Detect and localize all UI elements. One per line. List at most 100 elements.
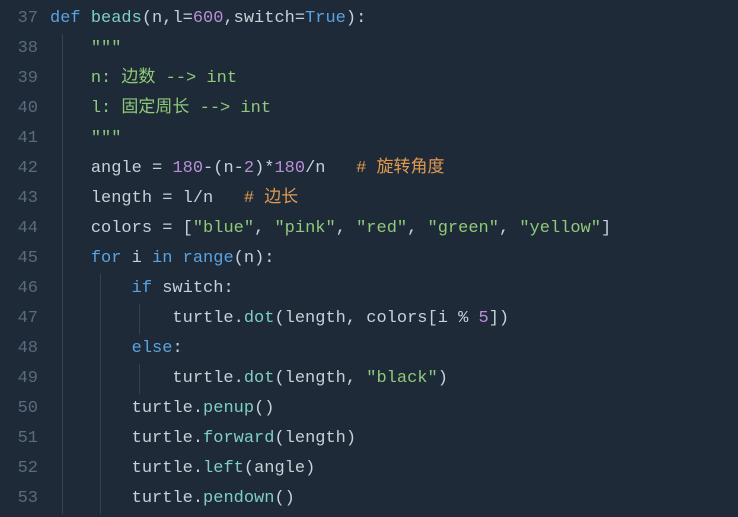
code-line[interactable]: """: [50, 34, 738, 64]
indent-guide: [62, 124, 63, 154]
code-line[interactable]: for i in range(n):: [50, 244, 738, 274]
token-str: "red": [356, 219, 407, 238]
token-doc: """: [91, 129, 122, 148]
token-op: -: [234, 159, 244, 178]
token-op: .: [234, 309, 244, 328]
indent-guide: [139, 364, 140, 394]
token-paren: ): [305, 459, 315, 478]
code-line[interactable]: else:: [50, 334, 738, 364]
code-line[interactable]: turtle.pendown(): [50, 484, 738, 514]
token-id: turtle: [132, 429, 193, 448]
token-op: ,: [162, 9, 172, 28]
token-op: .: [193, 489, 203, 508]
code-line[interactable]: turtle.dot(length, colors[i % 5]): [50, 304, 738, 334]
token-op: ,: [346, 309, 366, 328]
line-number: 38: [0, 34, 38, 64]
token-op: ,: [499, 219, 519, 238]
token-op: .: [193, 429, 203, 448]
token-paren: ): [346, 429, 356, 448]
indent-guide: [62, 214, 63, 244]
token-op: =: [183, 9, 193, 28]
code-area[interactable]: def beads(n,l=600,switch=True): """ n: 边…: [50, 0, 738, 517]
token-paren: [: [428, 309, 438, 328]
indent-guide: [100, 484, 101, 514]
token-id: l: [172, 189, 192, 208]
token-id: angle: [91, 159, 152, 178]
line-number: 45: [0, 244, 38, 274]
token-id: switch: [162, 279, 223, 298]
indent-guide: [62, 424, 63, 454]
code-line[interactable]: turtle.forward(length): [50, 424, 738, 454]
code-line[interactable]: """: [50, 124, 738, 154]
token-paren: ]): [489, 309, 509, 328]
line-number: 43: [0, 184, 38, 214]
token-id: l: [172, 9, 182, 28]
code-editor[interactable]: 3738394041424344454647484950515253 def b…: [0, 0, 738, 517]
code-line[interactable]: n: 边数 --> int: [50, 64, 738, 94]
token-id: turtle: [132, 489, 193, 508]
indent-guide: [100, 304, 101, 334]
token-op: [213, 189, 244, 208]
token-fn: penup: [203, 399, 254, 418]
indent-guide: [62, 184, 63, 214]
token-op: [162, 159, 172, 178]
token-bool: True: [305, 9, 346, 28]
code-line[interactable]: if switch:: [50, 274, 738, 304]
token-id: length: [285, 369, 346, 388]
token-op: -: [203, 159, 213, 178]
token-str: "green": [428, 219, 499, 238]
token-id: n: [203, 189, 213, 208]
indent-guide: [100, 334, 101, 364]
code-line[interactable]: colors = ["blue", "pink", "red", "green"…: [50, 214, 738, 244]
token-fn: dot: [244, 309, 275, 328]
indent-guide: [62, 34, 63, 64]
token-id: n: [223, 159, 233, 178]
code-line[interactable]: angle = 180-(n-2)*180/n # 旋转角度: [50, 154, 738, 184]
token-id: switch: [234, 9, 295, 28]
token-num: 180: [274, 159, 305, 178]
token-op: ,: [254, 219, 274, 238]
token-id: i: [132, 249, 152, 268]
code-line[interactable]: l: 固定周长 --> int: [50, 94, 738, 124]
token-paren: (: [244, 459, 254, 478]
token-paren: (: [213, 159, 223, 178]
indent-guide: [62, 64, 63, 94]
token-op: /: [193, 189, 203, 208]
token-kw: for: [91, 249, 132, 268]
token-str: "yellow": [519, 219, 601, 238]
token-id: length: [285, 429, 346, 448]
code-line[interactable]: turtle.dot(length, "black"): [50, 364, 738, 394]
indent-guide: [62, 454, 63, 484]
line-number: 47: [0, 304, 38, 334]
token-id: n: [244, 249, 254, 268]
indent-guide: [100, 274, 101, 304]
indent-guide: [62, 334, 63, 364]
token-kw: if: [132, 279, 163, 298]
token-op: [325, 159, 356, 178]
token-op: :: [223, 279, 233, 298]
token-id: n: [152, 9, 162, 28]
code-line[interactable]: turtle.left(angle): [50, 454, 738, 484]
token-op: %: [458, 309, 468, 328]
token-kw: in: [152, 249, 183, 268]
token-num: 5: [479, 309, 489, 328]
token-doc: n: 边数 --> int: [91, 69, 237, 88]
token-paren: (): [254, 399, 274, 418]
token-op: .: [234, 369, 244, 388]
token-kw: else: [132, 339, 173, 358]
code-line[interactable]: def beads(n,l=600,switch=True):: [50, 4, 738, 34]
indent-guide: [100, 424, 101, 454]
token-paren: ]: [601, 219, 611, 238]
indent-guide: [62, 304, 63, 334]
token-op: ,: [346, 369, 366, 388]
line-number: 41: [0, 124, 38, 154]
line-number-gutter: 3738394041424344454647484950515253: [0, 0, 50, 517]
line-number: 40: [0, 94, 38, 124]
token-op: =: [295, 9, 305, 28]
token-paren: [: [172, 219, 192, 238]
token-op: ,: [407, 219, 427, 238]
code-line[interactable]: turtle.penup(): [50, 394, 738, 424]
code-line[interactable]: length = l/n # 边长: [50, 184, 738, 214]
indent-guide: [139, 304, 140, 334]
indent-guide: [100, 454, 101, 484]
